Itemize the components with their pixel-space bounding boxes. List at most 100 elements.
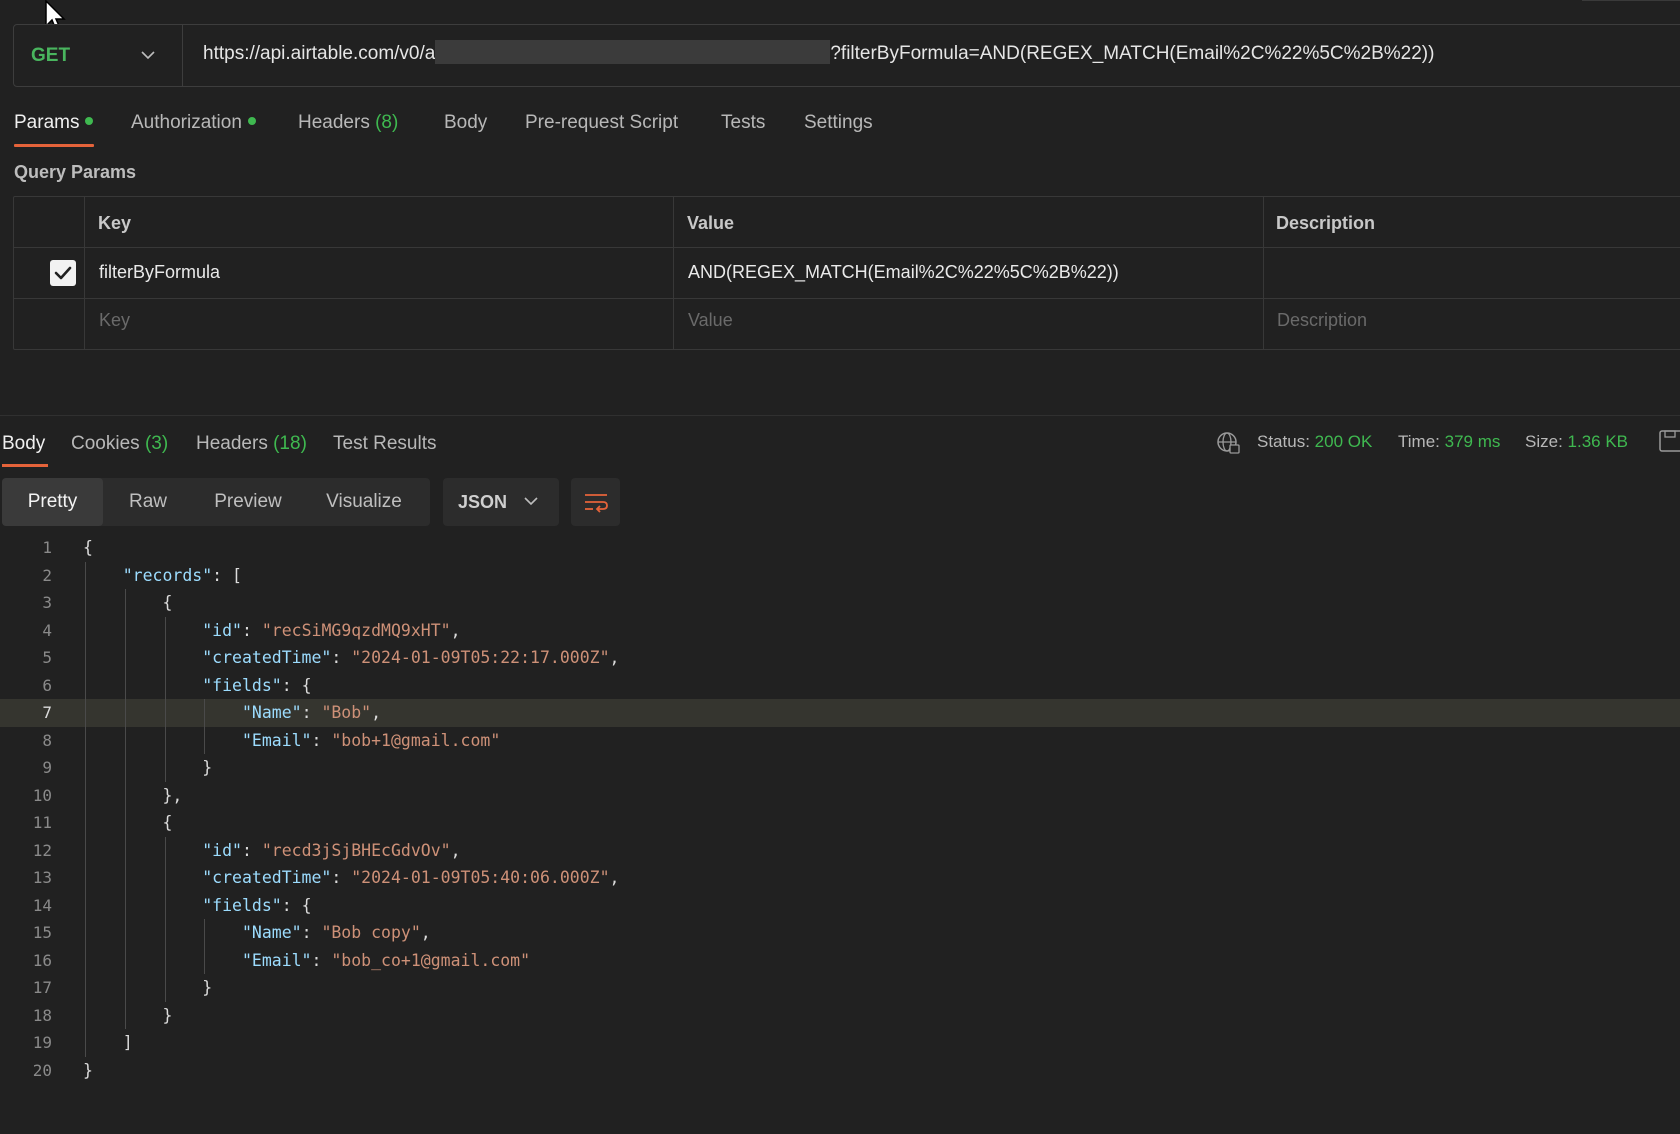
response-tab-headers[interactable]: Headers (18) [196,433,307,455]
url-input[interactable]: https://api.airtable.com/v0/a ?filterByFo… [203,39,1435,65]
tab-body[interactable]: Body [444,112,487,134]
tab-params[interactable]: Params [14,112,94,134]
time-value: 379 ms [1444,432,1501,451]
code-line: 13 "createdTime": "2024-01-09T05:40:06.0… [0,864,1680,892]
save-icon[interactable] [1659,428,1680,454]
code-text: "Name": "Bob", [241,703,382,722]
indent-guide [204,919,206,947]
code-line: 10 }, [0,782,1680,810]
code-text: "createdTime": "2024-01-09T05:22:17.000Z… [202,648,620,667]
new-param-key-input[interactable]: Key [99,310,130,331]
url-suffix: ?filterByFormula=AND(REGEX_MATCH(Email%2… [830,43,1435,64]
line-number: 14 [32,895,52,915]
indent-guide [85,891,86,919]
param-enabled-checkbox[interactable] [50,260,76,286]
line-number: 2 [42,565,52,585]
tab-settings[interactable]: Settings [804,112,873,134]
code-text: }, [83,785,183,805]
indent-guide [164,974,166,1002]
param-description-input[interactable] [1277,262,1680,284]
indent-guide [85,561,86,589]
wrap-lines-button[interactable] [571,478,620,526]
param-key-input[interactable]: filterByFormula [99,262,220,283]
new-param-value-input[interactable]: Value [688,310,733,331]
response-size[interactable]: Size: 1.36 KB [1525,432,1628,452]
window-edge-line [1582,0,1680,1]
view-pretty-button[interactable]: Pretty [2,478,103,526]
indent-guide [85,919,86,947]
globe-icon[interactable] [1215,430,1241,456]
indent-guide [85,644,86,672]
response-tab-body[interactable]: Body [2,433,45,455]
indent-guide [204,946,206,974]
tab-authorization[interactable]: Authorization [131,112,256,134]
indent-guide [85,974,86,1002]
checkbox-icon [54,266,72,280]
indent-guide [124,726,126,754]
param-value-input[interactable]: AND(REGEX_MATCH(Email%2C%22%5C%2B%22)) [688,262,1119,283]
response-body-code[interactable]: 1{2 "records": [3 {4 "id": "recSiMG9qzdM… [0,534,1680,1134]
line-number: 10 [32,785,52,805]
response-tab-cookies[interactable]: Cookies (3) [71,433,168,455]
code-line: 2 "records": [ [0,562,1680,590]
line-number: 18 [32,1005,52,1025]
new-param-description-input[interactable]: Description [1277,310,1367,331]
size-value: 1.36 KB [1567,432,1629,451]
code-text: "Name": "Bob copy", [241,923,431,942]
tab-tests[interactable]: Tests [721,112,765,134]
code-line: 6 "fields": { [0,672,1680,700]
line-number: 13 [32,868,52,887]
status-label: Status: [1257,432,1310,451]
indent-guide [164,616,166,644]
column-header-value: Value [687,213,735,233]
code-text: } [83,1005,173,1025]
indent-guide [164,919,166,947]
indent-guide [164,946,166,974]
method-select[interactable]: GET [14,25,183,86]
indent-guide [124,891,126,919]
code-line: 18 } [0,1002,1680,1030]
view-raw-button[interactable]: Raw [106,478,190,526]
response-status[interactable]: Status: 200 OK [1257,432,1372,452]
indent-guide [124,754,126,782]
view-preview-button[interactable]: Preview [198,478,298,526]
indent-guide [164,644,166,672]
indent-guide [85,864,86,892]
tab-label: Body [444,112,488,133]
line-number: 9 [42,758,52,777]
indent-guide [85,836,86,864]
indent-guide [164,699,166,727]
indent-guide [124,644,126,672]
indent-guide [164,754,166,782]
code-line: 11 { [0,809,1680,837]
tab-label: Params [14,112,80,133]
wrap-lines-icon [585,494,608,513]
status-dot [247,117,256,125]
view-visualize-button[interactable]: Visualize [308,478,420,526]
response-tab-test-results[interactable]: Test Results [333,433,436,455]
indent-guide [85,809,86,837]
chevron-down-icon [524,497,538,506]
indent-guide [164,726,166,754]
code-line: 20} [0,1057,1680,1085]
tab-label: Headers [196,433,268,454]
tab-headers[interactable]: Headers (8) [298,112,398,134]
pane-divider[interactable] [0,415,1680,416]
response-time[interactable]: Time: 379 ms [1398,432,1500,452]
query-params-title: Query Params [14,162,137,182]
indent-guide [124,616,126,644]
format-select[interactable]: JSON [443,478,559,526]
line-number: 20 [32,1060,52,1080]
chevron-down-icon [141,51,155,60]
code-text: } [83,1060,93,1080]
tab-pre-request-script[interactable]: Pre-request Script [525,112,678,134]
indent-guide [204,726,206,754]
code-text: "Email": "bob_co+1@gmail.com" [241,950,531,970]
indent-guide [85,754,86,782]
size-label: Size: [1525,432,1563,451]
time-label: Time: [1398,432,1440,451]
column-header-description: Description [1276,213,1376,233]
indent-guide [164,836,166,864]
indent-guide [124,809,126,837]
code-line: 9 } [0,754,1680,782]
